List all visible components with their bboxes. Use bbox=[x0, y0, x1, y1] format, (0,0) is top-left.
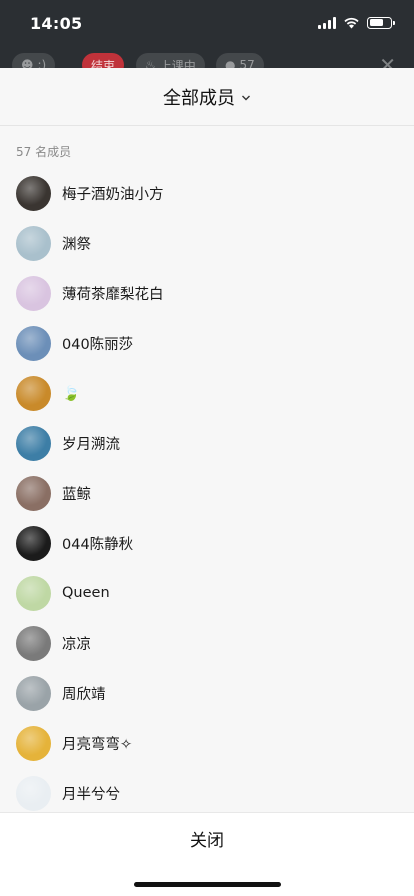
member-name: 岁月溯流 bbox=[62, 436, 120, 453]
member-row[interactable]: 渊祭 bbox=[0, 218, 414, 268]
member-count: 57 名成员 bbox=[16, 145, 72, 159]
member-row[interactable]: 薄荷茶靡梨花白 bbox=[0, 268, 414, 318]
screen: 14:05 ☻ :) 结束 ♨ 上课中 ● 57 ✕ 全部成员 57 名成员 梅… bbox=[0, 0, 414, 896]
sheet-header[interactable]: 全部成员 bbox=[0, 68, 414, 126]
signal-icon bbox=[318, 16, 336, 29]
members-sheet: 全部成员 57 名成员 梅子酒奶油小方 渊祭薄荷茶靡梨花白 040陈丽莎 🍃 岁月溯流蓝… bbox=[0, 68, 414, 896]
member-list: 梅子酒奶油小方 渊祭薄荷茶靡梨花白 040陈丽莎 🍃 岁月溯流蓝鲸 044陈静秋 Queen… bbox=[0, 168, 414, 818]
member-name: Queen bbox=[62, 585, 110, 601]
member-row[interactable]: 040陈丽莎 bbox=[0, 318, 414, 368]
member-row[interactable]: 梅子酒奶油小方 bbox=[0, 168, 414, 218]
member-name: 梅子酒奶油小方 bbox=[62, 186, 164, 203]
member-name: 月半兮兮 bbox=[62, 786, 120, 803]
avatar[interactable] bbox=[16, 675, 51, 711]
member-name: 🍃 bbox=[62, 385, 81, 402]
member-name: 薄荷茶靡梨花白 bbox=[62, 286, 164, 303]
member-name: 044陈静秋 bbox=[62, 536, 134, 553]
member-name: 月亮弯弯✧ bbox=[62, 736, 133, 753]
member-name: 040陈丽莎 bbox=[62, 336, 134, 353]
member-name: 凉凉 bbox=[62, 636, 91, 653]
battery-level bbox=[369, 19, 383, 26]
member-row[interactable]: 🍃 bbox=[0, 368, 414, 418]
avatar[interactable] bbox=[16, 275, 51, 311]
avatar[interactable] bbox=[16, 475, 51, 511]
battery-icon bbox=[367, 16, 395, 29]
avatar[interactable] bbox=[16, 725, 51, 761]
avatar[interactable] bbox=[16, 775, 51, 811]
status-bar: 14:05 bbox=[0, 0, 414, 48]
status-icons bbox=[318, 16, 395, 29]
member-row[interactable]: 周欣靖 bbox=[0, 668, 414, 718]
member-row[interactable]: Queen bbox=[0, 568, 414, 618]
member-row[interactable]: 蓝鲸 bbox=[0, 468, 414, 518]
chevron-down-icon bbox=[242, 95, 250, 100]
status-time: 14:05 bbox=[30, 14, 83, 33]
wifi-icon bbox=[344, 17, 359, 29]
avatar[interactable] bbox=[16, 225, 51, 261]
member-name: 周欣靖 bbox=[62, 686, 106, 703]
member-row[interactable]: 月亮弯弯✧ bbox=[0, 718, 414, 768]
avatar[interactable] bbox=[16, 175, 51, 211]
avatar[interactable] bbox=[16, 575, 51, 611]
avatar[interactable] bbox=[16, 525, 51, 561]
member-row[interactable]: 044陈静秋 bbox=[0, 518, 414, 568]
sheet-title: 全部成员 bbox=[163, 87, 235, 109]
member-name: 蓝鲸 bbox=[62, 486, 91, 503]
member-name: 渊祭 bbox=[62, 236, 91, 253]
home-indicator bbox=[134, 882, 281, 887]
member-row[interactable]: 凉凉 bbox=[0, 618, 414, 668]
avatar[interactable] bbox=[16, 325, 51, 361]
member-row[interactable]: 月半兮兮 bbox=[0, 768, 414, 818]
avatar[interactable] bbox=[16, 625, 51, 661]
close-button[interactable]: 关闭 bbox=[0, 813, 414, 863]
avatar[interactable] bbox=[16, 375, 51, 411]
sheet-footer: 关闭 bbox=[0, 812, 414, 896]
member-row[interactable]: 岁月溯流 bbox=[0, 418, 414, 468]
avatar[interactable] bbox=[16, 425, 51, 461]
